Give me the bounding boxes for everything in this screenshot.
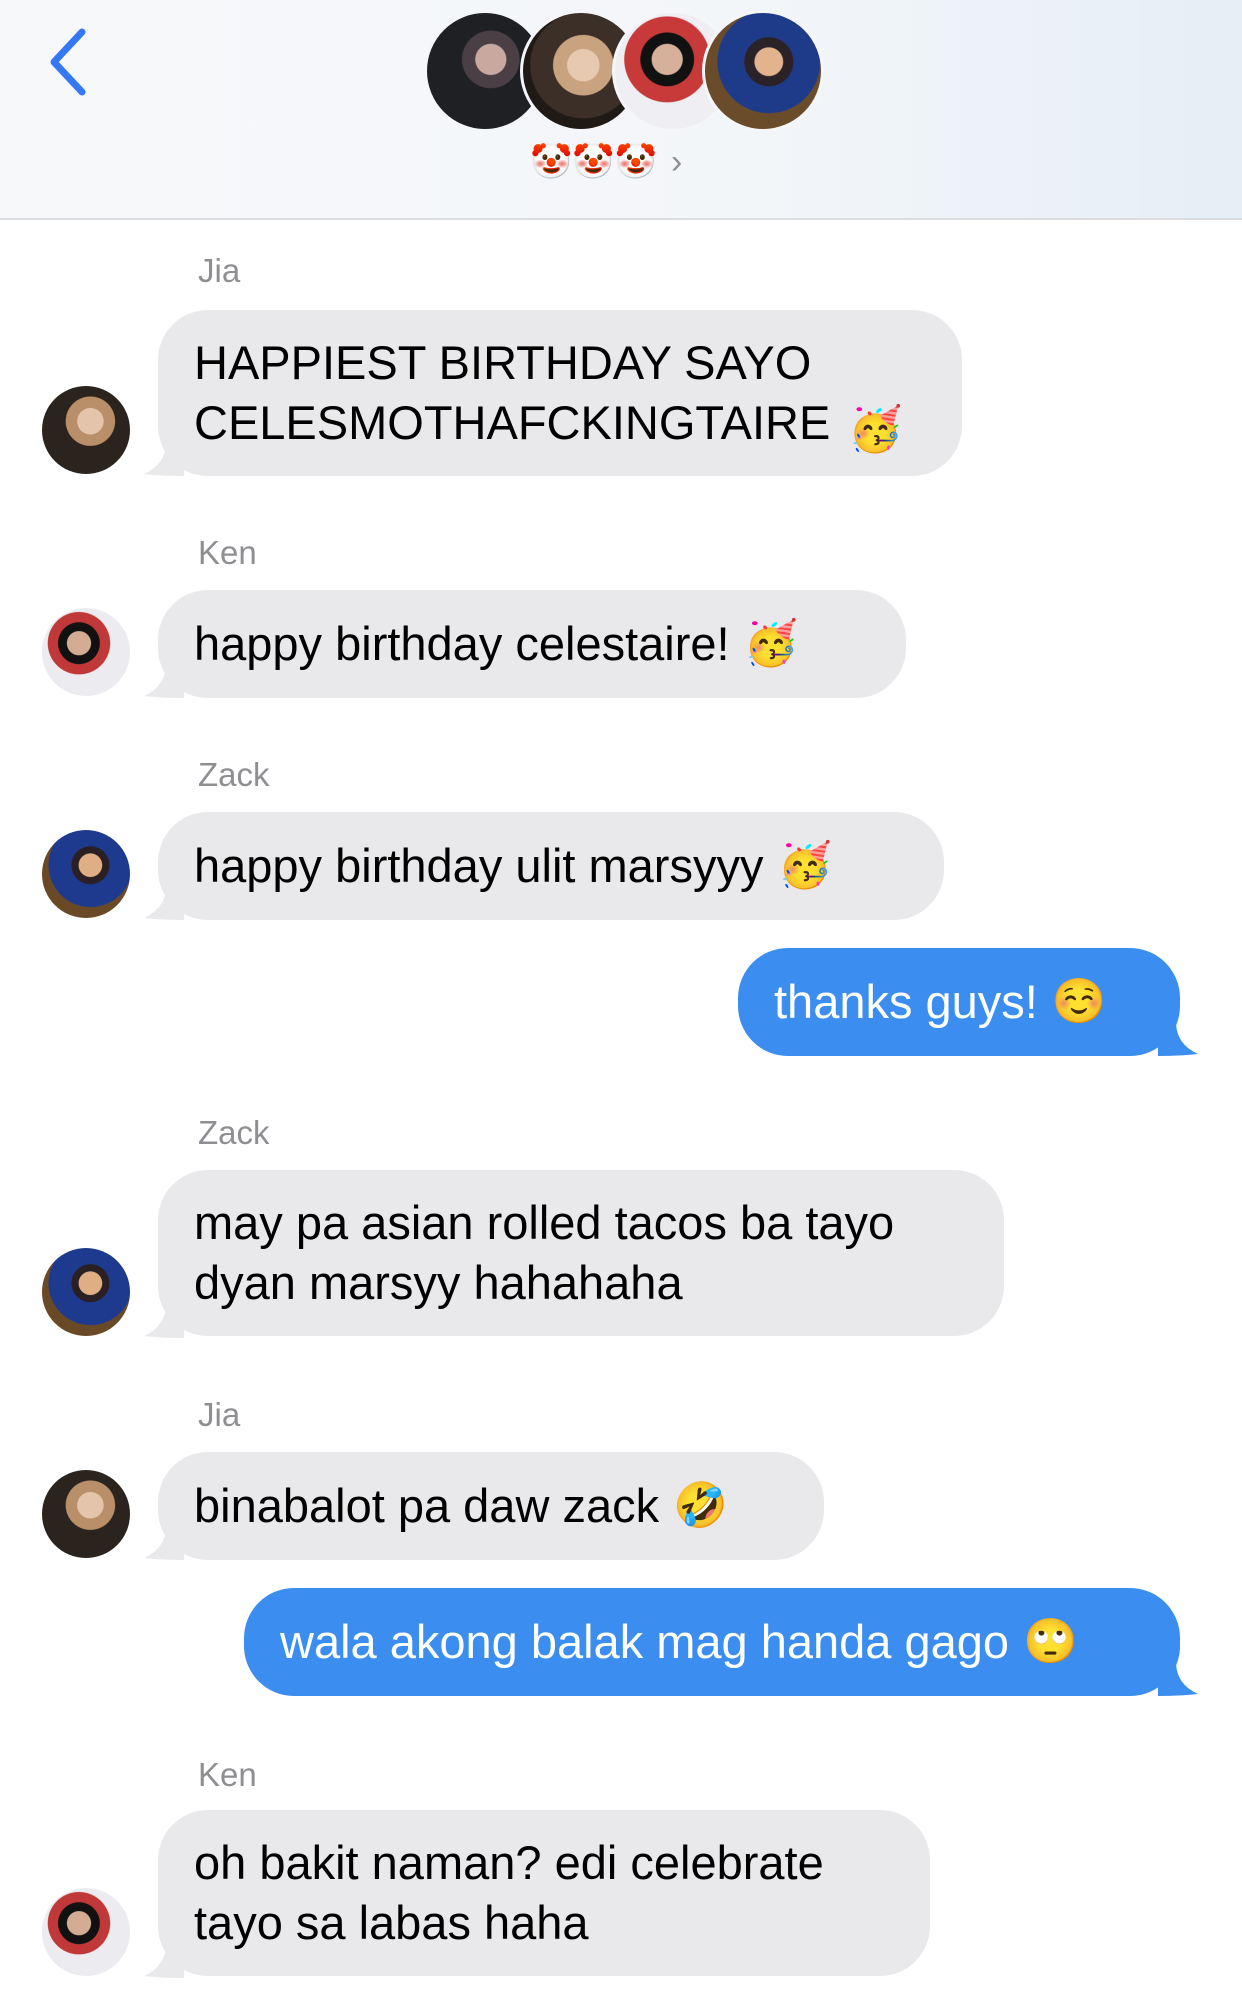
message-bubble-outgoing[interactable]: wala akong balak mag handa gago 🙄 [244,1588,1180,1696]
message-bubble[interactable]: oh bakit naman? edi celebrate tayo sa la… [158,1810,930,1976]
chevron-left-icon [50,28,86,96]
sender-name: Jia [198,1396,241,1433]
message-bubble[interactable]: may pa asian rolled tacos ba tayo dyan m… [158,1170,1004,1336]
sender-name: Zack [198,756,270,793]
avatar-jia[interactable] [42,1470,130,1558]
avatar-zack[interactable] [42,830,130,918]
message-text: happy birthday ulit marsyyy [194,839,764,892]
smiling-face-emoji: ☺️ [1051,977,1107,1026]
message-bubble[interactable]: binabalot pa daw zack 🤣 [158,1452,824,1560]
avatar-ken[interactable] [42,1888,130,1976]
message-text: HAPPIEST BIRTHDAY SAYO CELESMOTHAFCKINGT… [194,336,831,449]
sender-name: Ken [198,1756,257,1793]
message-bubble[interactable]: happy birthday celestaire! 🥳 [158,590,906,698]
message-text: wala akong balak mag handa gago [280,1615,1010,1668]
avatar-ken[interactable] [42,608,130,696]
sender-name: Zack [198,1114,270,1151]
member-avatar [702,10,824,132]
message-bubble[interactable]: happy birthday ulit marsyyy 🥳 [158,812,944,920]
rofl-emoji: 🤣 [673,1481,728,1530]
eye-roll-emoji: 🙄 [1023,1617,1078,1666]
avatar-jia[interactable] [42,386,130,474]
chevron-right-icon: › [671,143,683,181]
group-name-button[interactable]: 🤡🤡🤡 › [530,140,682,184]
message-bubble-outgoing[interactable]: thanks guys! ☺️ [738,948,1180,1056]
partying-face-emoji: 🥳 [848,405,904,454]
group-name: 🤡🤡🤡 [530,143,658,181]
message-text: happy birthday celestaire! [194,617,730,670]
message-text: thanks guys! [774,975,1038,1028]
partying-face-emoji: 🥳 [777,841,833,890]
back-button[interactable] [44,26,94,98]
message-text: oh bakit naman? edi celebrate tayo sa la… [194,1836,824,1949]
sender-name: Ken [198,534,257,571]
message-text: binabalot pa daw zack [194,1479,660,1532]
avatar-zack[interactable] [42,1248,130,1336]
conversation-header: 🤡🤡🤡 › [0,0,1242,220]
message-bubble[interactable]: HAPPIEST BIRTHDAY SAYO CELESMOTHAFCKINGT… [158,310,962,476]
sender-name: Jia [198,252,241,289]
message-text: may pa asian rolled tacos ba tayo dyan m… [194,1196,895,1309]
partying-face-emoji: 🥳 [743,619,799,668]
group-avatars[interactable] [424,10,824,134]
